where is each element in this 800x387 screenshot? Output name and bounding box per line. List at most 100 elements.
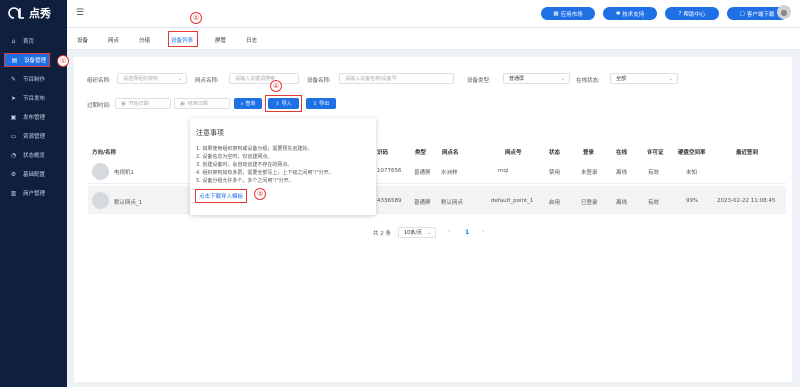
sidebar-item-label: 资源管理 [23, 134, 46, 140]
cell-online: 离线 [616, 200, 628, 206]
cell-disk: 99% [686, 198, 699, 204]
help-center-button[interactable]: ? 帮助中心 [665, 7, 719, 20]
notice-line: 2. 设备信息为空时，仅创建网点。 [196, 154, 273, 160]
chevron-down-icon: ⌄ [426, 229, 431, 236]
tab-group[interactable]: 分组 [139, 36, 150, 44]
cell-login: 未登录 [581, 170, 598, 176]
sidebar-item-folder[interactable]: ▭ 资源管理 [0, 129, 67, 143]
send-icon: ➤ [10, 94, 17, 102]
col-header-login: 登录 [583, 150, 595, 156]
tab-log[interactable]: 日志 [246, 36, 257, 44]
edit-icon: ✎ [10, 75, 17, 83]
import-notice-popover: 注意事项 1. 如果使用组织架构或设备分组，需要预先创建好。 2. 设备信息为空… [190, 118, 376, 215]
org-label: 组织名称: [87, 78, 111, 84]
col-header-name: 方向/名称 [92, 150, 117, 156]
col-header-disk: 硬盘空间率 [678, 150, 706, 156]
org-select[interactable]: 请选择组织架构 ⌄ [117, 73, 187, 84]
cell-site: 水洲林 [441, 170, 458, 176]
cell-type: 普通屏 [414, 170, 431, 176]
cell-name: 电视机1 [114, 170, 134, 176]
col-header-site: 网点名 [442, 150, 459, 156]
menu-toggle-icon[interactable]: ☰ [76, 8, 84, 18]
sidebar-item-device[interactable]: ▤ 设备管理 [4, 53, 50, 67]
tab-screen[interactable]: 屏管 [215, 36, 226, 44]
cell-site-no: mqi [498, 168, 509, 174]
sidebar-item-shop[interactable]: ▥ 商户管理 [0, 186, 67, 200]
site-input[interactable]: 请输入关键词搜索 [229, 73, 299, 84]
sidebar-item-send[interactable]: ➤ 节目发布 [0, 91, 67, 105]
device-icon: ▤ [11, 56, 18, 64]
logo: 点秀 [8, 5, 51, 21]
col-header-status: 状态 [549, 150, 561, 156]
start-date-input[interactable]: ▣ 开始日期 [115, 98, 171, 109]
type-select[interactable]: 普通屏 ⌄ [503, 73, 570, 84]
shop-icon: ▥ [10, 189, 17, 197]
gear-icon: ⚙ [10, 170, 17, 178]
store-icon: ▦ [553, 10, 559, 17]
support-icon: ✱ [615, 10, 621, 17]
avatar[interactable]: ● [777, 5, 791, 19]
prev-page-button[interactable]: ‹ [448, 227, 451, 235]
tech-support-button[interactable]: ✱ 技术支持 [603, 7, 657, 20]
download-template-link[interactable]: 点击下载导入模板 [195, 189, 248, 203]
search-button[interactable]: ⌕ 查询 [234, 98, 262, 109]
highlight-import-button [265, 95, 302, 112]
cell-disk: 未知 [686, 170, 698, 176]
notice-line: 4. 组织架构如有多层，需要全部写上，上下级之间用"/"分开。 [196, 170, 334, 176]
publish-icon: ▣ [10, 113, 17, 121]
cell-login: 已登录 [581, 200, 598, 206]
step-1-marker: ① [57, 55, 69, 67]
cell-type: 普通屏 [414, 200, 431, 206]
chevron-down-icon: ⌄ [668, 75, 673, 82]
calendar-icon: ▣ [121, 100, 126, 107]
cell-license: 有效 [648, 200, 660, 206]
cell-site-no: default_point_1 [491, 198, 534, 204]
col-header-online: 在线 [616, 150, 628, 156]
tab-site[interactable]: 网点 [108, 36, 119, 44]
expiry-label: 过期时间: [87, 103, 111, 109]
sidebar-item-label: 商户管理 [23, 191, 46, 197]
app-market-button[interactable]: ▦ 应用市场 [541, 7, 595, 20]
sidebar-item-label: 基础配置 [23, 172, 46, 178]
sidebar-item-label: 状态概览 [23, 153, 46, 159]
device-thumbnail [92, 163, 109, 180]
tab-device[interactable]: 设备 [77, 36, 88, 44]
chevron-down-icon: ⌄ [177, 75, 182, 82]
chevron-down-icon: ⌄ [560, 75, 565, 82]
cell-code: 1077656 [377, 168, 402, 174]
step-2-marker: ② [190, 12, 202, 24]
download-icon: ▢ [739, 10, 745, 17]
device-input[interactable]: 请输入设备名称/设备号 [339, 73, 454, 84]
sidebar-item-home[interactable]: ⌂ 首页 [0, 34, 67, 48]
cell-online: 离线 [616, 170, 628, 176]
step-4-marker: ④ [270, 80, 282, 92]
next-page-button[interactable]: › [482, 227, 485, 235]
col-header-type: 类型 [415, 150, 427, 156]
sidebar-item-publish[interactable]: ▣ 发布管理 [0, 110, 67, 124]
notice-line: 1. 如果使用组织架构或设备分组，需要预先创建好。 [196, 146, 313, 152]
user-icon: ● [780, 7, 788, 17]
export-button[interactable]: ⇩ 导出 [306, 98, 336, 109]
notice-line: 3. 创建设备时，会自动创建不存在的网点。 [196, 162, 293, 168]
col-header-site-no: 网点号 [505, 150, 522, 156]
highlight-tab-device-list [168, 31, 198, 47]
cell-license: 有效 [648, 170, 660, 176]
cell-code: 4336589 [377, 198, 402, 204]
end-date-input[interactable]: ▣ 结束日期 [174, 98, 230, 109]
online-select[interactable]: 全部 ⌄ [610, 73, 678, 84]
help-icon: ? [678, 10, 682, 17]
step-3-marker: ③ [254, 188, 266, 200]
page-number-1[interactable]: 1 [465, 229, 469, 236]
sidebar-item-edit[interactable]: ✎ 节目制作 [0, 72, 67, 86]
download-icon: ⇩ [312, 100, 318, 107]
device-thumbnail [92, 192, 109, 209]
pagination-total: 共 2 条 [373, 231, 391, 237]
col-header-license: 许可证 [647, 150, 664, 156]
home-icon: ⌂ [11, 37, 16, 45]
calendar-icon: ▣ [180, 100, 185, 107]
sidebar-item-chart[interactable]: ◔ 状态概览 [0, 148, 67, 162]
sidebar-item-gear[interactable]: ⚙ 基础配置 [0, 167, 67, 181]
page-size-select[interactable]: 10条/页 ⌄ [398, 227, 436, 238]
sidebar-item-label: 节目发布 [23, 96, 46, 102]
notice-line: 5. 设备分组允许多个，多个之间用"/"分开。 [196, 178, 294, 184]
